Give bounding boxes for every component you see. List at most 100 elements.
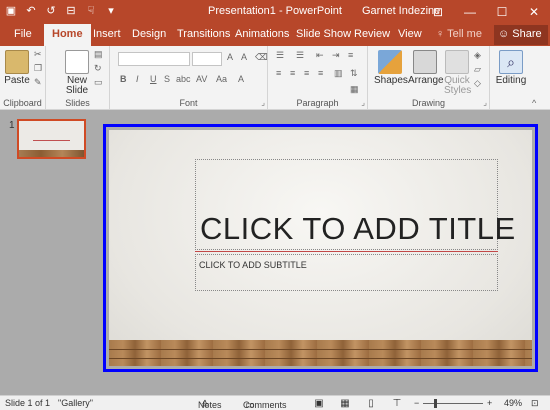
touch-mode-icon[interactable]: ☟ (84, 4, 98, 18)
bold-button[interactable]: B (120, 74, 127, 84)
slides-group-label: Slides (65, 98, 90, 108)
tab-transitions[interactable]: Transitions (177, 28, 230, 40)
arrange-icon (413, 50, 437, 74)
close-button[interactable]: ✕ (518, 0, 550, 24)
paragraph-group: ☰ ☰ ⇤ ⇥ ≡ ≡ ≡ ≡ ≡ ▥ ⇅ ▦ Paragraph ⌟ (268, 46, 368, 110)
new-slide-icon (65, 50, 89, 74)
align-right-icon[interactable]: ≡ (304, 68, 309, 78)
arrange-label: Arrange (408, 75, 444, 86)
numbering-icon[interactable]: ☰ (296, 50, 304, 61)
reset-icon[interactable]: ↻ (94, 63, 102, 74)
magnifier-icon: ⌕ (499, 50, 523, 74)
tab-file[interactable]: File (14, 28, 32, 40)
ribbon-display-options-button[interactable]: ⊡ (422, 0, 454, 24)
zoom-level[interactable]: 49% (504, 398, 522, 408)
thumbnail-floor (19, 150, 84, 157)
minimize-button[interactable]: — (454, 0, 486, 24)
layout-icon[interactable]: ▤ (94, 49, 103, 60)
shape-outline-icon[interactable]: ▱ (474, 64, 481, 75)
shape-effects-icon[interactable]: ◇ (474, 78, 481, 89)
title-bar: ▣ ↶ ↺ ⊟ ☟ ▾ Presentation1 - PowerPoint G… (0, 0, 550, 24)
window-title: Presentation1 - PowerPoint (208, 5, 342, 17)
font-dialog-launcher-icon[interactable]: ⌟ (261, 98, 265, 107)
char-spacing-button[interactable]: AV (196, 74, 207, 84)
strikethrough-button[interactable]: S (164, 74, 170, 84)
status-bar: Slide 1 of 1 "Gallery" ≙ Notes ▭ Comments … (0, 395, 550, 410)
subtitle-placeholder[interactable]: CLICK TO ADD SUBTITLE (195, 254, 498, 291)
grow-font-icon[interactable]: A (227, 52, 233, 62)
align-center-icon[interactable]: ≡ (290, 68, 295, 78)
tab-animations[interactable]: Animations (235, 28, 289, 40)
font-color-button[interactable]: A (238, 74, 244, 84)
fit-slide-icon[interactable]: ⊡ (531, 398, 539, 409)
normal-view-icon[interactable]: ▣ (312, 398, 326, 409)
zoom-in-icon[interactable]: + (487, 398, 492, 408)
maximize-button[interactable]: ☐ (486, 0, 518, 24)
slide-sorter-icon[interactable]: ▦ (338, 398, 352, 409)
slide-canvas[interactable]: CLICK TO ADD TITLE CLICK TO ADD SUBTITLE (109, 130, 532, 366)
paste-button[interactable]: Paste (4, 50, 30, 86)
drawing-group-label: Drawing (411, 98, 445, 108)
columns-icon[interactable]: ▥ (334, 68, 343, 79)
copy-icon[interactable]: ❐ (34, 63, 42, 74)
customize-qat-icon[interactable]: ▾ (104, 4, 118, 18)
font-name-box[interactable] (118, 52, 190, 66)
tell-me-search[interactable]: ♀ Tell me (436, 28, 482, 40)
shrink-font-icon[interactable]: A (241, 52, 247, 62)
new-slide-button[interactable]: New Slide (62, 50, 92, 96)
increase-indent-icon[interactable]: ⇥ (332, 50, 340, 61)
reading-view-icon[interactable]: ▯ (364, 398, 378, 409)
justify-icon[interactable]: ≡ (318, 68, 323, 78)
slideshow-view-icon[interactable]: ⊤ (390, 398, 404, 409)
title-placeholder[interactable]: CLICK TO ADD TITLE (195, 159, 515, 250)
tab-view[interactable]: View (398, 28, 422, 40)
tab-review[interactable]: Review (354, 28, 390, 40)
title-placeholder-text: CLICK TO ADD TITLE (200, 211, 516, 246)
save-icon[interactable]: ▣ (4, 4, 18, 18)
editing-button[interactable]: ⌕ Editing (494, 50, 528, 86)
lightbulb-icon: ♀ (436, 28, 445, 40)
quick-styles-button[interactable]: Quick Styles (444, 50, 471, 96)
font-group: A A ⌫ B I U S abc AV Aa A Font ⌟ (110, 46, 268, 110)
align-left-icon[interactable]: ≡ (276, 68, 281, 78)
shapes-button[interactable]: Shapes (374, 50, 408, 86)
tab-slide-show[interactable]: Slide Show (296, 28, 351, 40)
start-slideshow-icon[interactable]: ⊟ (64, 4, 78, 18)
collapse-ribbon-icon[interactable]: ^ (532, 98, 536, 108)
clear-format-icon[interactable]: ⌫ (255, 52, 268, 63)
smartart-icon[interactable]: ▦ (350, 84, 359, 95)
undo-icon[interactable]: ↶ (24, 4, 38, 18)
quick-access-toolbar: ▣ ↶ ↺ ⊟ ☟ ▾ (4, 4, 118, 18)
bullets-icon[interactable]: ☰ (276, 50, 284, 61)
zoom-slider-track[interactable] (423, 403, 483, 404)
italic-button[interactable]: I (136, 74, 139, 84)
shape-fill-icon[interactable]: ◈ (474, 50, 481, 61)
shadow-button[interactable]: abc (176, 74, 191, 84)
share-button[interactable]: ☺ Share (494, 25, 548, 45)
slide-count[interactable]: Slide 1 of 1 (5, 398, 50, 408)
format-painter-icon[interactable]: ✎ (34, 77, 42, 88)
underline-button[interactable]: U (150, 74, 157, 84)
arrange-button[interactable]: Arrange (408, 50, 444, 86)
section-icon[interactable]: ▭ (94, 77, 103, 88)
zoom-out-icon[interactable]: − (414, 398, 419, 408)
decrease-indent-icon[interactable]: ⇤ (316, 50, 324, 61)
subtitle-placeholder-text: CLICK TO ADD SUBTITLE (199, 260, 307, 270)
line-spacing-icon[interactable]: ≡ (348, 50, 353, 60)
redo-icon[interactable]: ↺ (44, 4, 58, 18)
tab-design[interactable]: Design (132, 28, 166, 40)
change-case-button[interactable]: Aa (216, 74, 227, 84)
text-direction-icon[interactable]: ⇅ (350, 68, 358, 79)
zoom-slider-thumb[interactable] (434, 399, 437, 408)
paragraph-dialog-launcher-icon[interactable]: ⌟ (361, 98, 365, 107)
cut-icon[interactable]: ✂ (34, 49, 42, 60)
slide-thumbnail[interactable] (17, 119, 86, 159)
clipboard-group: Paste ✂ ❐ ✎ Clipboard (0, 46, 46, 110)
slide-editing-area[interactable]: CLICK TO ADD TITLE CLICK TO ADD SUBTITLE (103, 124, 538, 372)
tab-insert[interactable]: Insert (93, 28, 121, 40)
quick-styles-icon (445, 50, 469, 74)
tab-home[interactable]: Home (44, 24, 91, 46)
font-size-box[interactable] (192, 52, 222, 66)
paste-label: Paste (4, 75, 30, 86)
drawing-dialog-launcher-icon[interactable]: ⌟ (483, 98, 487, 107)
